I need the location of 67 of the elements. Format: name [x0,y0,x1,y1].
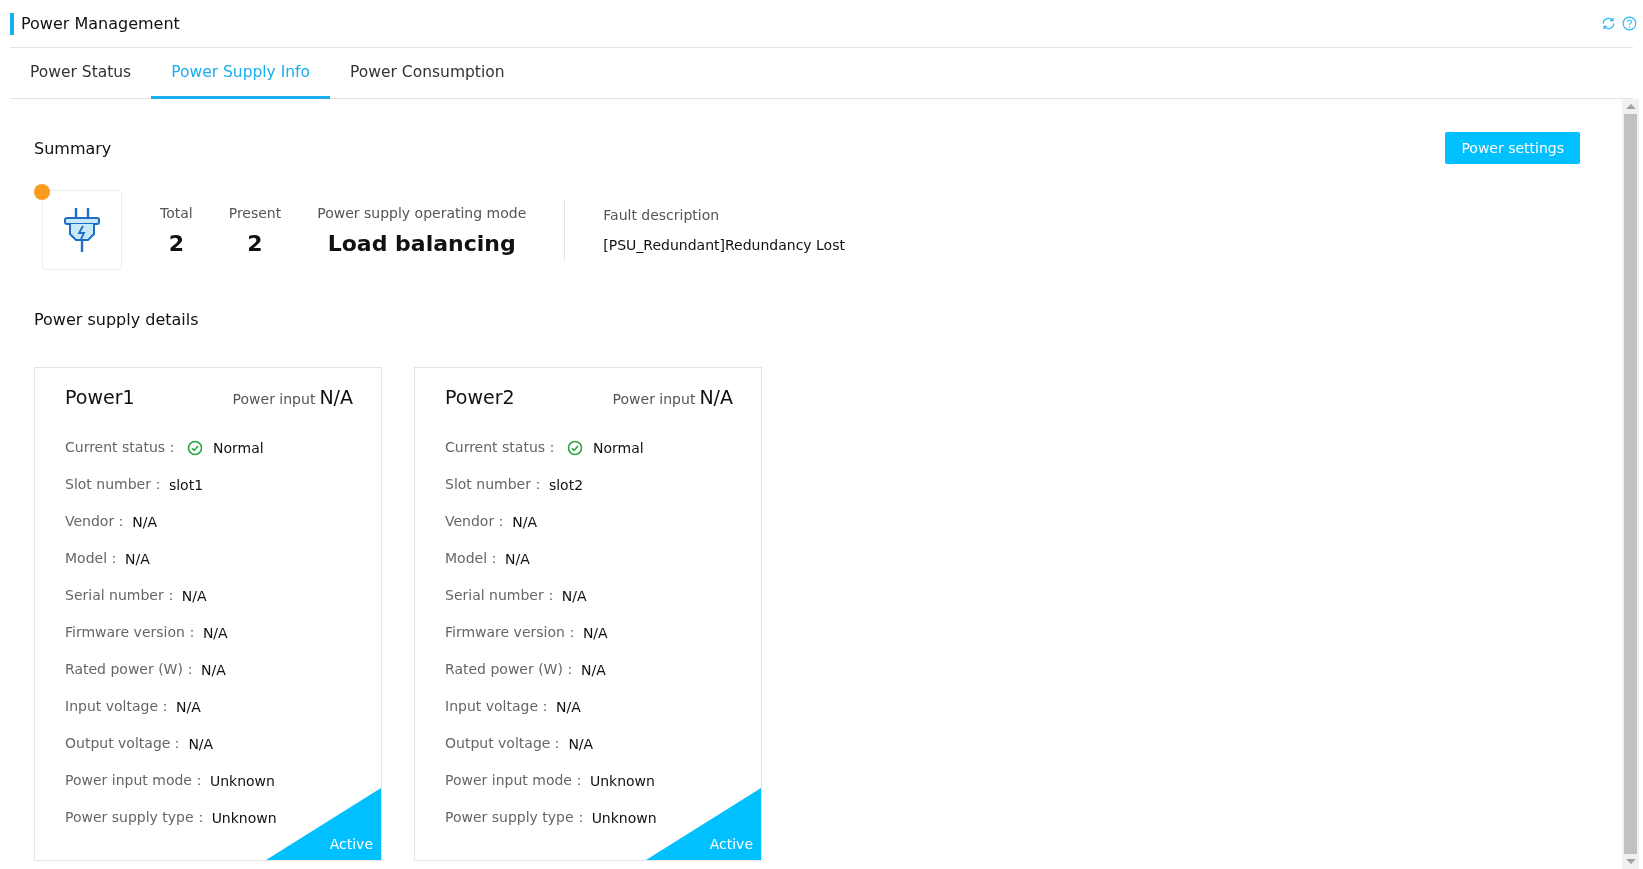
field-value: Unknown [589,772,655,789]
field-value: N/A [561,587,587,604]
field-label: Power supply type： [445,808,588,827]
power-input-value: N/A [319,386,353,408]
field-value: Unknown [209,772,275,789]
field-value: N/A [188,735,214,752]
fault-description-value: [PSU_Redundant]Redundancy Lost [603,237,845,253]
field-value: N/A [202,624,228,641]
field-label: Power input mode： [65,771,206,790]
stat-label: Total [160,204,193,221]
field-value: Unknown [211,809,277,826]
field-value: N/A [512,513,537,530]
scrollbar[interactable] [1622,99,1639,869]
field-label: Slot number： [445,475,545,494]
field-label: Firmware version： [65,623,199,642]
field-label: Model： [445,549,502,568]
field-label: Output voltage： [445,734,565,753]
field-label: Slot number： [65,475,165,494]
field-label: Output voltage： [65,734,185,753]
field-value: Normal [593,439,644,456]
field-value: Unknown [591,809,657,826]
tab[interactable]: Power Consumption [330,48,525,99]
section-title: Power supply details [34,310,200,329]
power-input-label: Power input [612,391,696,407]
field-label: Current status： [445,438,560,457]
power-input-value: N/A [699,386,733,408]
card-title: Power1 [65,386,135,408]
field-label: Input voltage： [445,697,552,716]
field-value: slot2 [548,476,584,493]
field-label: Model： [65,549,122,568]
field-label: Power supply type： [65,808,208,827]
field-label: Serial number： [445,586,558,605]
field-value: N/A [556,698,581,715]
field-label: Rated power (W)： [65,660,197,679]
field-value: N/A [132,513,157,530]
stat-label: Power supply operating mode [317,204,527,221]
field-value: N/A [580,661,606,678]
section-title: Summary [34,138,112,158]
field-label: Power input mode： [445,771,586,790]
field-value: Normal [213,439,264,456]
page-title: Power Management [21,14,180,33]
help-icon[interactable] [1622,16,1637,31]
field-label: Vendor： [65,512,129,531]
field-value: N/A [176,698,201,715]
power-input-label: Power input [232,391,316,407]
stat-value: Load balancing [327,230,516,256]
stat-label: Present [228,204,282,221]
fault-description-label: Fault description [603,207,721,223]
stat-value: 2 [247,230,263,256]
field-value: N/A [505,550,530,567]
field-label: Current status： [65,438,180,457]
field-value: N/A [200,661,226,678]
field-value: N/A [582,624,608,641]
field-label: Serial number： [65,586,178,605]
field-value: slot1 [168,476,204,493]
field-value: N/A [125,550,150,567]
card-title: Power2 [445,386,515,408]
field-label: Input voltage： [65,697,172,716]
plug-icon [62,207,102,253]
field-value: N/A [181,587,207,604]
stat-value: 2 [168,230,184,256]
tab[interactable]: Power Status [10,48,152,99]
refresh-icon[interactable] [1601,16,1616,31]
field-value: N/A [568,735,594,752]
field-label: Firmware version： [445,623,579,642]
field-label: Rated power (W)： [445,660,577,679]
field-label: Vendor： [445,512,509,531]
